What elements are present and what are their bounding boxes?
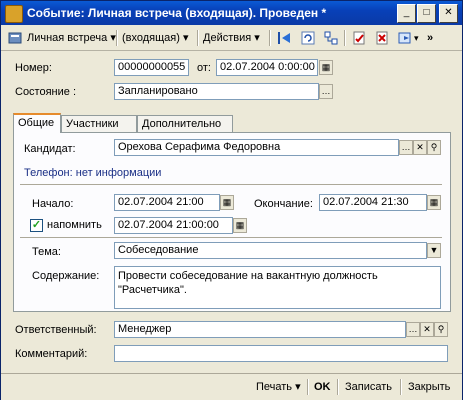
document-window: Событие: Личная встреча (входящая). Пров… [0,0,463,400]
select-candidate-button[interactable]: … [399,140,413,155]
title-bar[interactable]: Событие: Личная встреча (входящая). Пров… [1,1,462,25]
print-preview-icon[interactable] [397,30,413,46]
state-label: Состояние : [15,86,76,98]
post-document-icon[interactable] [351,30,367,46]
event-type-icon [8,32,22,44]
chevron-down-icon[interactable]: ▼ [427,243,441,258]
state-field[interactable]: Запланировано [114,83,319,100]
refresh-icon[interactable] [300,30,316,46]
minimize-button[interactable]: _ [397,4,416,23]
start-label: Начало: [32,198,74,210]
calendar-icon[interactable]: ▦ [220,195,234,210]
remind-label: напомнить [47,219,102,231]
end-label: Окончание: [254,198,313,210]
document-icon [5,5,23,23]
toolbar-separator [344,30,346,46]
unpost-document-icon[interactable] [374,30,390,46]
close-window-button[interactable]: ✕ [439,4,458,23]
content-label: Содержание: [32,270,100,282]
clear-icon[interactable]: ✕ [420,322,434,337]
candidate-label: Кандидат: [24,143,76,155]
date-label: от: [197,62,211,74]
tab-general[interactable]: Общие [13,113,61,133]
structure-icon[interactable] [323,30,339,46]
comment-label: Комментарий: [15,348,88,360]
general-tab-panel: Кандидат: Орехова Серафима Федоровна … ✕… [13,132,451,312]
end-field[interactable]: 02.07.2004 21:30 [319,194,427,211]
toolbar: Личная встреча ▾ (входящая) ▾ Действия ▾… [1,26,462,51]
close-button[interactable]: Закрыть [408,379,450,395]
phone-info: Телефон: нет информации [24,167,162,179]
calendar-icon[interactable]: ▦ [319,60,333,75]
maximize-button[interactable]: □ [417,4,436,23]
remind-field[interactable]: 02.07.2004 21:00:00 [114,217,233,234]
save-button[interactable]: Записать [345,379,392,395]
print-button[interactable]: Печать ▾ [256,379,301,395]
topic-label: Тема: [32,246,61,258]
toolbar-separator [337,379,339,395]
select-responsible-button[interactable]: … [406,322,420,337]
responsible-field[interactable]: Менеджер [114,321,406,338]
toolbar-separator [116,30,118,46]
toolbar-separator [307,379,309,395]
content-textarea[interactable]: Провести собеседование на вакантную долж… [114,266,441,309]
comment-field[interactable] [114,345,448,362]
search-icon[interactable]: ⚲ [427,140,441,155]
divider [20,184,442,185]
event-type-menu[interactable]: Личная встреча ▾ [27,30,116,46]
candidate-field[interactable]: Орехова Серафима Федоровна [114,139,399,156]
more-icon[interactable]: » [427,30,433,46]
clear-icon[interactable]: ✕ [413,140,427,155]
calendar-icon[interactable]: ▦ [427,195,441,210]
number-field[interactable]: 00000000055 [114,59,189,76]
direction-menu[interactable]: (входящая) ▾ [122,30,189,46]
tab-additional[interactable]: Дополнительно [137,115,233,132]
ok-button[interactable]: OK [314,379,331,395]
divider [20,237,442,238]
window-title: Событие: Личная встреча (входящая). Пров… [27,6,327,20]
command-bar: Печать ▾ OK Записать Закрыть [1,373,462,400]
topic-field[interactable]: Собеседование [114,242,427,259]
move-left-icon[interactable] [276,30,292,46]
calendar-icon[interactable]: ▦ [233,218,247,233]
toolbar-separator [400,379,402,395]
toolbar-separator [269,30,271,46]
actions-menu[interactable]: Действия ▾ [203,30,260,46]
date-field[interactable]: 02.07.2004 0:00:00 [216,59,318,76]
start-field[interactable]: 02.07.2004 21:00 [114,194,220,211]
select-state-button[interactable]: … [319,84,333,99]
tab-participants[interactable]: Участники [61,115,137,132]
search-icon[interactable]: ⚲ [434,322,448,337]
responsible-label: Ответственный: [15,324,97,336]
remind-checkbox[interactable]: ✓ [30,219,43,232]
chevron-down-icon[interactable]: ▾ [414,30,419,46]
number-label: Номер: [15,62,52,74]
toolbar-separator [197,30,199,46]
